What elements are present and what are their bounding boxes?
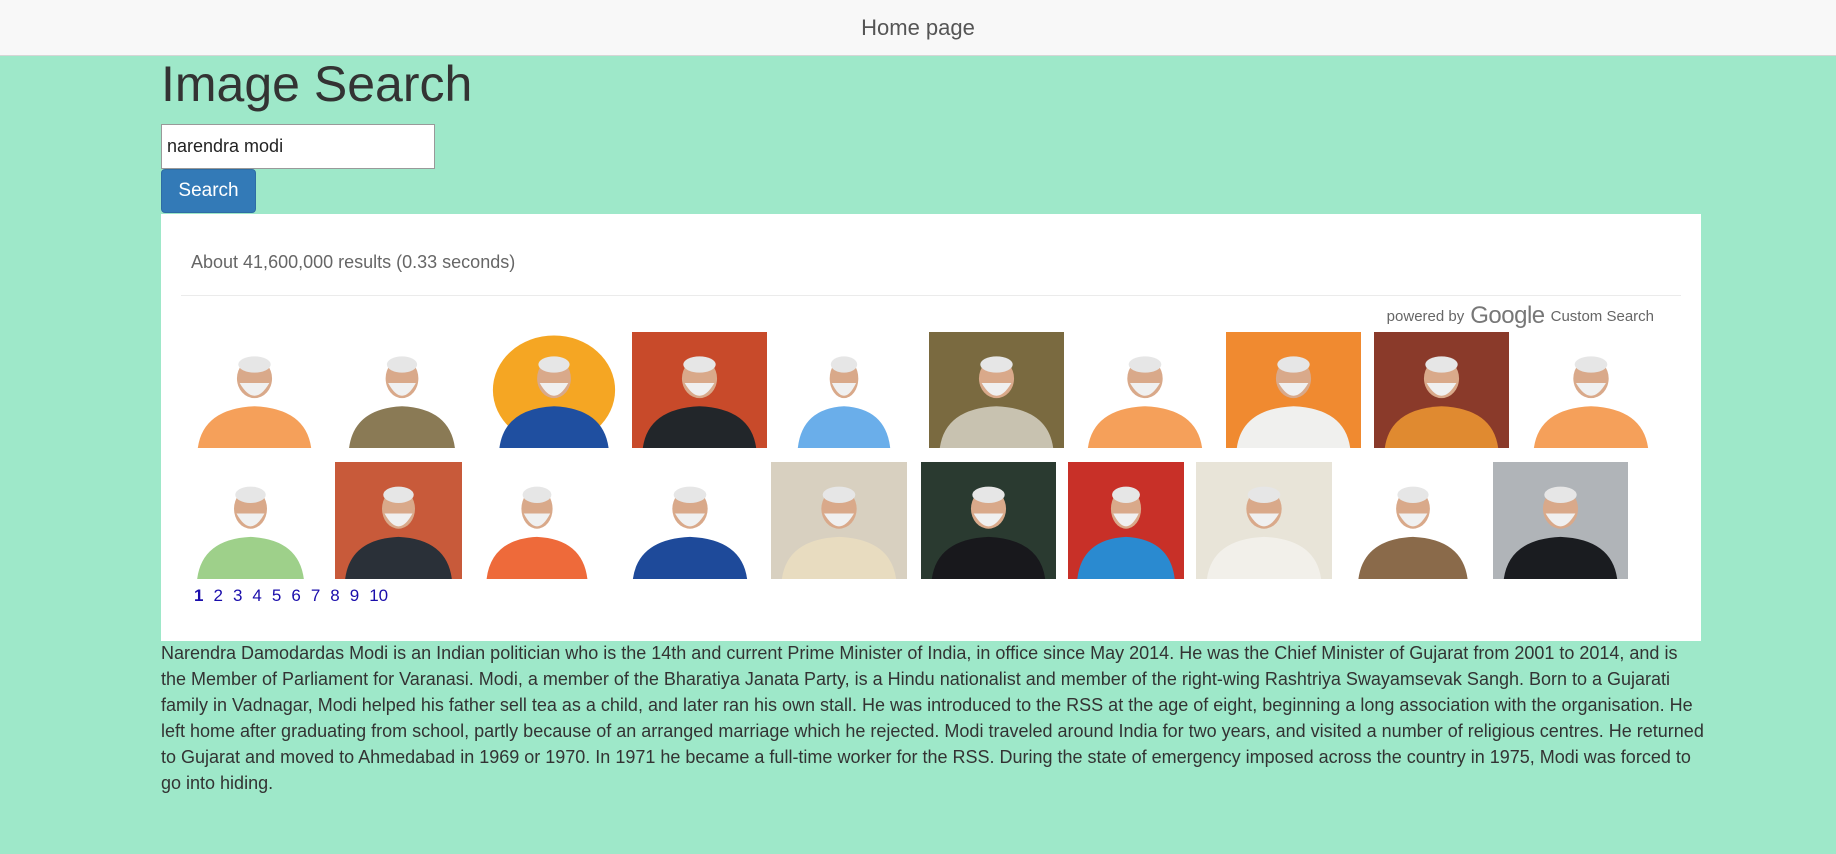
page-link-10[interactable]: 10 [364,586,393,606]
portrait-image [789,332,899,448]
portrait-image [187,462,314,579]
person-description: Narendra Damodardas Modi is an Indian po… [161,643,1704,793]
page-link-4[interactable]: 4 [247,586,266,606]
pagination: 1 2 3 4 5 6 7 8 9 10 [194,586,393,606]
portrait-image [632,332,767,448]
page-link-3[interactable]: 3 [228,586,247,606]
image-result-thumbnail[interactable] [1493,462,1628,579]
portrait-image [921,462,1056,579]
image-result-thumbnail[interactable] [929,332,1064,448]
image-result-thumbnail[interactable] [1196,462,1332,579]
search-input[interactable] [161,124,435,169]
image-result-thumbnail[interactable] [1523,332,1659,448]
image-result-thumbnail[interactable] [187,462,314,579]
divider [181,295,1681,296]
image-result-thumbnail[interactable] [1068,462,1184,579]
portrait-image [1196,462,1332,579]
portrait-image [1374,332,1509,448]
portrait-image [1077,332,1213,448]
results-stats: About 41,600,000 results (0.33 seconds) [191,252,516,272]
powered-by-google: powered by Google Custom Search [1387,301,1654,331]
page-title: Image Search [161,56,473,112]
google-logo: Google [1470,302,1545,329]
portrait-image [335,462,462,579]
portrait-image [622,462,758,579]
portrait-image [1523,332,1659,448]
results-panel: About 41,600,000 results (0.33 seconds) … [161,214,1701,641]
portrait-image [929,332,1064,448]
image-result-thumbnail[interactable] [1226,332,1361,448]
top-navbar: Home page [0,0,1836,56]
image-result-thumbnail[interactable] [632,332,767,448]
image-result-thumbnail[interactable] [187,332,322,448]
page-link-8[interactable]: 8 [325,586,344,606]
page-link-9[interactable]: 9 [345,586,364,606]
image-result-thumbnail[interactable] [335,462,462,579]
portrait-image [339,332,465,448]
search-button[interactable]: Search [161,169,256,213]
powered-by-label: powered by [1386,307,1465,325]
page-link-2[interactable]: 2 [208,586,227,606]
page-link-7[interactable]: 7 [306,586,325,606]
portrait-image [1493,462,1628,579]
page-link-6[interactable]: 6 [286,586,305,606]
image-result-thumbnail[interactable] [489,332,619,448]
portrait-image [1068,462,1184,579]
portrait-image [1226,332,1361,448]
portrait-image [1348,462,1478,579]
image-result-thumbnail[interactable] [771,462,907,579]
image-result-thumbnail[interactable] [477,462,597,579]
image-result-thumbnail[interactable] [789,332,899,448]
portrait-image [187,332,322,448]
page-link-5[interactable]: 5 [267,586,286,606]
page-link-1[interactable]: 1 [194,586,208,606]
search-section: Image Search Search [161,56,1701,213]
portrait-image [771,462,907,579]
image-result-thumbnail[interactable] [1348,462,1478,579]
image-result-thumbnail[interactable] [921,462,1056,579]
portrait-image [489,332,619,448]
image-result-thumbnail[interactable] [1077,332,1213,448]
image-result-thumbnail[interactable] [1374,332,1509,448]
image-result-thumbnail[interactable] [622,462,758,579]
home-page-link[interactable]: Home page [861,15,975,41]
image-result-thumbnail[interactable] [339,332,465,448]
portrait-image [477,462,597,579]
custom-search-label: Custom Search [1550,307,1654,325]
